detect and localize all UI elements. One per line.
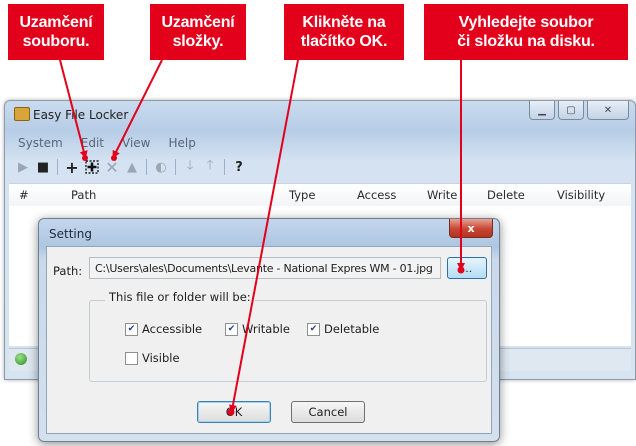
arrow-lock-file	[59, 59, 88, 159]
arrow-dot-lock-file	[82, 155, 88, 161]
arrow-dot-click-ok	[227, 408, 235, 416]
arrow-lock-folder	[112, 59, 163, 159]
arrow-dot-lock-folder	[111, 155, 117, 161]
callout-arrows	[59, 59, 465, 416]
arrow-dot-find-file	[457, 266, 465, 274]
arrow-click-ok	[228, 59, 299, 413]
